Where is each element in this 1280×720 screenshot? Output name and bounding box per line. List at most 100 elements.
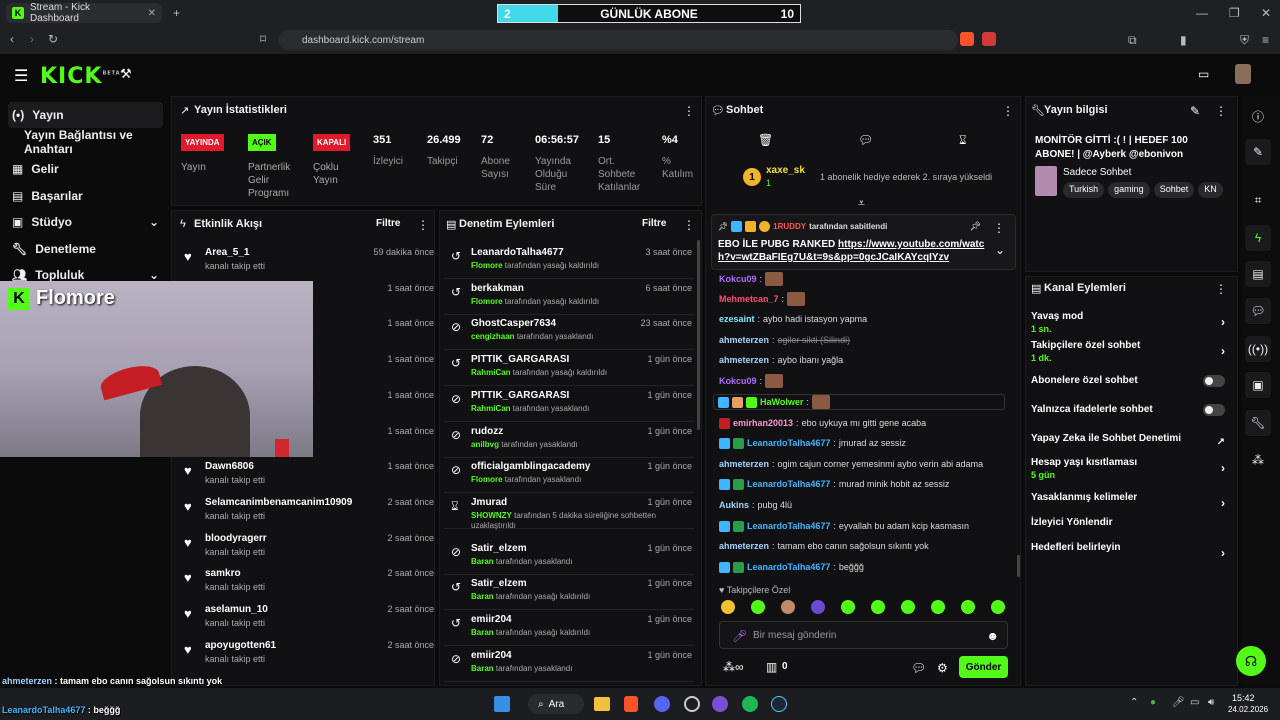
- focus-icon[interactable]: ⌗: [1245, 187, 1271, 213]
- taskbar-clock[interactable]: 15:42: [1232, 693, 1255, 703]
- taskbar-date[interactable]: 24.02.2026: [1228, 705, 1268, 714]
- toggle-switch[interactable]: [1203, 404, 1225, 416]
- activity-user[interactable]: apoyugotten61: [205, 640, 276, 651]
- hamburger-menu-icon[interactable]: ☰: [14, 66, 28, 86]
- emote-icon[interactable]: [811, 600, 825, 614]
- tray-volume-icon[interactable]: 🔊︎: [1208, 697, 1214, 708]
- tools-icon[interactable]: ⚒: [120, 66, 132, 82]
- activity-row[interactable]: ♥ apoyugotten61 kanalı takip etti 2 saat ön…: [176, 638, 434, 672]
- chat-username[interactable]: ahmeterzen: [719, 355, 769, 365]
- address-bar[interactable]: dashboard.kick.com/stream: [278, 30, 958, 50]
- layout-icon[interactable]: ▣: [1245, 372, 1271, 398]
- channel-points-icon[interactable]: ▥: [766, 660, 777, 674]
- moderation-row[interactable]: ↺ emiir204 Baran tarafından yasağı kaldırı…: [444, 612, 694, 646]
- flash-icon[interactable]: ϟ: [1245, 225, 1271, 251]
- tag[interactable]: gaming: [1108, 182, 1150, 198]
- activity-user[interactable]: Selamcanimbenamcanim10909: [205, 497, 352, 508]
- chat-username[interactable]: ahmeterzen: [719, 335, 769, 345]
- sidebar-toggle-icon[interactable]: ▮: [1180, 34, 1187, 46]
- broadcast-rail-icon[interactable]: ((•)): [1245, 336, 1271, 362]
- chat-more-icon[interactable]: ⋮: [1002, 104, 1014, 118]
- sidebar-item-stream-key[interactable]: Yayın Bağlantısı ve Anahtarı: [8, 128, 163, 156]
- moderated-user[interactable]: GhostCasper7634: [471, 318, 556, 329]
- moderated-user[interactable]: PITTIK_GARGARASI: [471, 390, 569, 401]
- url-text[interactable]: dashboard.kick.com/stream: [302, 35, 424, 46]
- app-icon[interactable]: [712, 696, 728, 712]
- new-tab-icon[interactable]: +: [173, 7, 180, 19]
- send-button[interactable]: Gönder: [959, 656, 1008, 678]
- chat-message[interactable]: LeanardoTalha4677: jmurad az sessiz: [719, 435, 906, 451]
- brave-browser-icon[interactable]: [624, 696, 638, 712]
- activity-row[interactable]: ♥ Dawn6806 kanalı takip etti 1 saat önce: [176, 459, 434, 493]
- chat-username[interactable]: LeanardoTalha4677: [747, 479, 830, 489]
- emote-icon[interactable]: [751, 600, 765, 614]
- microphone-icon[interactable]: 🎤︎: [732, 629, 747, 643]
- moderation-row[interactable]: ⊘ rudozz anilbvg tarafından yasaklandı 1 gü…: [444, 424, 694, 458]
- moderated-user[interactable]: officialgamblingacademy: [471, 461, 590, 472]
- chat-message[interactable]: ahmeterzen: ogiler sikti (Silindi): [719, 332, 850, 348]
- avatar[interactable]: [1235, 64, 1251, 84]
- moderation-row[interactable]: ⊘ officialgamblingacademy Flomore tarafınd…: [444, 459, 694, 493]
- activity-user[interactable]: samkro: [205, 568, 241, 579]
- stream-info-more-icon[interactable]: ⋮: [1215, 104, 1227, 118]
- moderated-user[interactable]: berkakman: [471, 283, 524, 294]
- emote-icon[interactable]: [721, 600, 735, 614]
- emote-icon[interactable]: [961, 600, 975, 614]
- chat-username[interactable]: ahmeterzen: [719, 459, 769, 469]
- channel-actions-more-icon[interactable]: ⋮: [1215, 282, 1227, 296]
- sidebar-item-basarilar[interactable]: ▤ Başarılar: [8, 183, 163, 209]
- brave-rewards-icon[interactable]: [982, 32, 996, 46]
- chat-message[interactable]: emirhan20013: ebo uykuya mı gitti gene ac…: [719, 415, 926, 431]
- chat-message[interactable]: LeanardoTalha4677: murad minik hobit az s…: [719, 476, 949, 492]
- emote-icon[interactable]: [991, 600, 1005, 614]
- activity-user[interactable]: aselamun_10: [205, 604, 268, 615]
- brave-shield-icon[interactable]: [960, 32, 974, 46]
- emote-icon[interactable]: [901, 600, 915, 614]
- moderator-name[interactable]: Baran: [471, 592, 494, 601]
- emote-icon[interactable]: [871, 600, 885, 614]
- moderator-name[interactable]: RahmiCan: [471, 368, 511, 377]
- moderator-name[interactable]: Baran: [471, 664, 494, 673]
- activity-row[interactable]: ♥ aselamun_10 kanalı takip etti 2 saat önce: [176, 602, 434, 636]
- extensions-icon[interactable]: ⧉: [1128, 34, 1137, 46]
- chat-message[interactable]: ahmeterzen: ogim cajun corner yemesinmi a…: [719, 456, 983, 472]
- tray-mic-icon[interactable]: 🎤︎: [1172, 697, 1185, 708]
- chat-input[interactable]: 🎤︎ Bir mesaj gönderin ☻: [719, 621, 1008, 649]
- maximize-icon[interactable]: ❐: [1229, 7, 1240, 19]
- toggle-switch[interactable]: [1203, 375, 1225, 387]
- moderator-name[interactable]: Baran: [471, 628, 494, 637]
- minimize-icon[interactable]: —: [1196, 7, 1208, 19]
- chat-rail-icon[interactable]: 💬︎: [1245, 298, 1271, 324]
- moderator-name[interactable]: Flomore: [471, 297, 503, 306]
- window-close-icon[interactable]: ✕: [1261, 7, 1271, 19]
- chat-message[interactable]: ahmeterzen: tamam ebo canın sağolsun sıkı…: [719, 538, 929, 554]
- channel-action-row[interactable]: Takipçilere özel sohbet 1 dk. ›: [1031, 340, 1227, 364]
- moderated-user[interactable]: rudozz: [471, 426, 503, 437]
- emote-icon[interactable]: [841, 600, 855, 614]
- chat-message[interactable]: HaWolwer:: [713, 394, 1005, 410]
- moderator-name[interactable]: cengizhaan: [471, 332, 515, 341]
- chat-message[interactable]: LeanardoTalha4677: beğğğ: [719, 559, 864, 575]
- moderated-user[interactable]: Jmurad: [471, 497, 507, 508]
- emoji-icon[interactable]: ☻: [986, 629, 999, 643]
- moderation-row[interactable]: ⌛︎ Jmurad SHOWNZY tarafından 5 dakika süre…: [444, 495, 694, 530]
- category-name[interactable]: Sadece Sohbet: [1063, 167, 1131, 178]
- moderated-user[interactable]: LeanardoTalha4677: [471, 247, 564, 258]
- chat-username[interactable]: LeanardoTalha4677: [747, 521, 830, 531]
- sidebar-item-denetleme[interactable]: 🔧︎ Denetleme: [8, 236, 163, 262]
- chat-username[interactable]: ezesaint: [719, 314, 755, 324]
- gifter-name[interactable]: xaxe_sk: [766, 165, 805, 176]
- channel-action-row[interactable]: Hedefleri belirleyin ›: [1031, 542, 1227, 566]
- moderation-scrollbar[interactable]: [697, 240, 700, 430]
- file-explorer-icon[interactable]: [594, 697, 610, 711]
- moderator-name[interactable]: RahmiCan: [471, 404, 511, 413]
- activity-row[interactable]: ♥ samkro kanalı takip etti 2 saat önce: [176, 566, 434, 600]
- activity-row[interactable]: ♥ Area_5_1 kanalı takip etti 59 dakika önce: [176, 245, 434, 279]
- moderated-user[interactable]: emiir204: [471, 614, 512, 625]
- moderation-row[interactable]: ↺ PITTIK_GARGARASI RahmiCan tarafından yas…: [444, 352, 694, 386]
- forward-icon[interactable]: ›: [30, 33, 34, 45]
- collapse-icon[interactable]: ⩡: [858, 196, 865, 211]
- chat-username[interactable]: LeanardoTalha4677: [747, 438, 830, 448]
- activity-user[interactable]: Area_5_1: [205, 247, 249, 258]
- edit-pencil-icon[interactable]: ✎: [1190, 104, 1200, 118]
